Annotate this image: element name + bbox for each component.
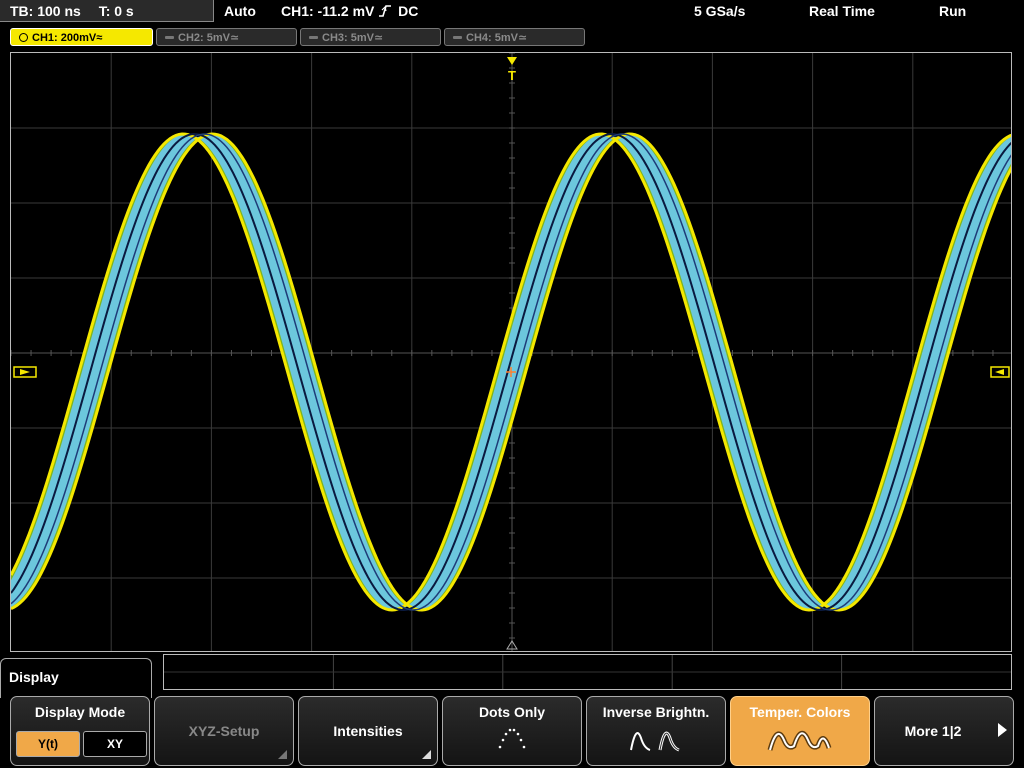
- sample-rate[interactable]: 5 GSa/s: [694, 0, 745, 22]
- status-bar: TB: 100 ns T: 0 s Auto CH1: -11.2 mV DC …: [0, 0, 1024, 22]
- realtime-mode[interactable]: Real Time: [809, 0, 875, 22]
- waveform-grid: T: [11, 53, 1011, 651]
- intensities-label: Intensities: [333, 723, 403, 739]
- display-mode-yt[interactable]: Y(t): [16, 731, 80, 757]
- xyz-setup-label: XYZ-Setup: [188, 723, 260, 739]
- trigger-marker-label: T: [508, 68, 516, 83]
- dc-coupling-icon: ≃: [229, 32, 240, 44]
- temper-colors-icon: [767, 730, 832, 751]
- ac-coupling-icon: ≈: [96, 32, 103, 44]
- submenu-indicator-icon: [422, 750, 431, 759]
- ch1-label: CH1: 200mV: [32, 32, 97, 44]
- ch1-ground-marker-left[interactable]: [13, 366, 37, 378]
- xyz-setup-button[interactable]: XYZ-Setup: [154, 696, 294, 766]
- channel-indicator-icon: [165, 36, 174, 39]
- submenu-indicator-icon: [278, 750, 287, 759]
- dots-only-icon: [498, 728, 526, 749]
- trigger-level: CH1: -11.2 mV: [281, 3, 375, 19]
- timebase: TB: 100 ns: [10, 3, 81, 19]
- dots-only-label: Dots Only: [478, 704, 546, 720]
- ch3-label: CH3: 5mV: [322, 32, 374, 44]
- trigger-info[interactable]: CH1: -11.2 mV DC: [281, 0, 418, 22]
- trigger-coupling: DC: [398, 3, 419, 19]
- channel-indicator-icon: [453, 36, 462, 39]
- more-button[interactable]: More 1|2: [874, 696, 1014, 766]
- temper-colors-button[interactable]: Temper. Colors: [730, 696, 870, 766]
- channel-indicator-icon: [19, 33, 28, 42]
- tab-ch4[interactable]: CH4: 5mV≃: [444, 28, 585, 46]
- intensities-button[interactable]: Intensities: [298, 696, 438, 766]
- tab-ch2[interactable]: CH2: 5mV≃: [156, 28, 297, 46]
- display-mode-xy[interactable]: XY: [83, 731, 147, 757]
- chevron-right-icon: [998, 723, 1007, 737]
- more-label: More 1|2: [904, 723, 962, 739]
- dc-coupling-icon: ≃: [373, 32, 384, 44]
- inverse-brightness-icon: [630, 731, 680, 752]
- temper-colors-label: Temper. Colors: [749, 704, 851, 720]
- ch1-ground-marker-right[interactable]: [990, 366, 1010, 378]
- waveform-display[interactable]: T: [10, 52, 1012, 652]
- tab-ch3[interactable]: CH3: 5mV≃: [300, 28, 441, 46]
- timebase-box[interactable]: TB: 100 ns T: 0 s: [0, 0, 214, 22]
- trigger-position-marker[interactable]: T: [507, 57, 517, 83]
- dots-only-button[interactable]: Dots Only: [442, 696, 582, 766]
- display-mode-label: Display Mode: [34, 704, 126, 720]
- run-state[interactable]: Run: [939, 0, 966, 22]
- rising-edge-icon: [378, 2, 394, 24]
- menu-title: Display: [0, 658, 152, 698]
- ch2-label: CH2: 5mV: [178, 32, 230, 44]
- lower-grid-panel: [163, 654, 1012, 690]
- display-mode-button[interactable]: Display Mode Y(t) XY: [10, 696, 150, 766]
- acquisition-mode[interactable]: Auto: [224, 0, 256, 22]
- trigger-time: T: 0 s: [98, 3, 134, 19]
- inverse-brightness-label: Inverse Brightn.: [602, 704, 710, 720]
- channel-indicator-icon: [309, 36, 318, 39]
- ch4-label: CH4: 5mV: [466, 32, 518, 44]
- tab-ch1[interactable]: CH1: 200mV≈: [10, 28, 153, 46]
- dc-coupling-icon: ≃: [517, 32, 528, 44]
- inverse-brightness-button[interactable]: Inverse Brightn.: [586, 696, 726, 766]
